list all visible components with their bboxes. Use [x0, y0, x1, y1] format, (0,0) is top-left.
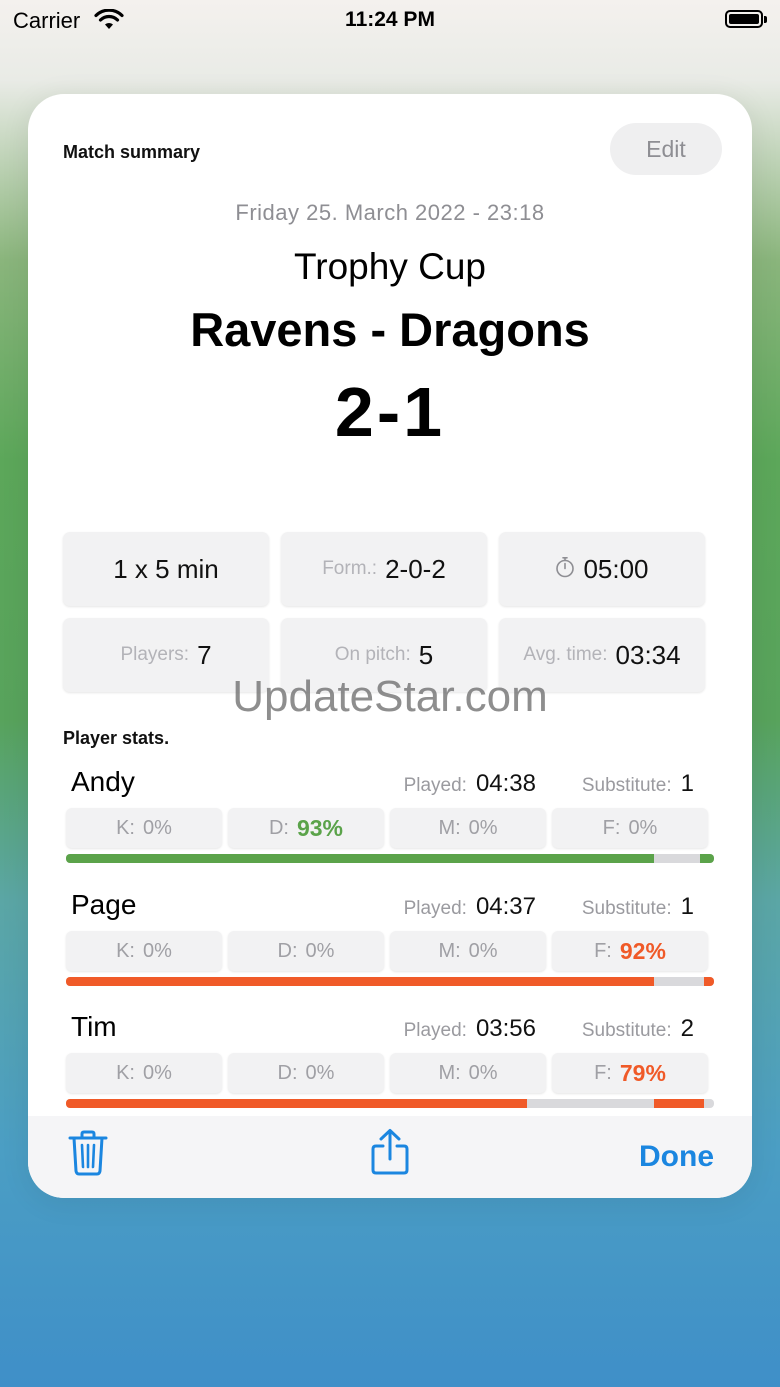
defense-segment	[700, 854, 714, 863]
status-bar: Carrier 11:24 PM	[0, 0, 780, 44]
player-row[interactable]: Andy Played: 04:38 Substitute: 1 K: 0% D: 93…	[66, 766, 714, 878]
defense-stat: D: 0%	[228, 1053, 384, 1093]
defense-stat: D: 93%	[228, 808, 384, 848]
sheet-title: Match summary	[63, 142, 201, 162]
on-pitch-label: On pitch:	[334, 644, 411, 665]
played-value: 04:38	[475, 770, 536, 797]
midfield-stat: M: 0%	[390, 808, 546, 848]
midfield-stat: M: 0%	[390, 1053, 546, 1093]
players-value: 7	[197, 639, 212, 670]
forward-stat: F: 0%	[552, 808, 708, 848]
match-teams: Ravens - Dragons	[190, 303, 590, 356]
timer-tile: 05:00	[499, 532, 705, 606]
played-label: Played:	[403, 1020, 467, 1041]
forward-stat: F: 79%	[552, 1053, 708, 1093]
position-label: M:	[438, 1061, 461, 1084]
position-label: K:	[116, 939, 135, 962]
status-time: 11:24 PM	[345, 8, 435, 31]
timer-value: 05:00	[583, 553, 649, 584]
playtime-bar	[66, 854, 714, 863]
played-value: 04:37	[475, 893, 536, 920]
position-label: D:	[277, 1061, 298, 1084]
stopwatch-icon	[555, 556, 575, 583]
position-value: 0%	[628, 816, 658, 839]
position-label: D:	[277, 939, 298, 962]
position-value: 0%	[143, 939, 172, 962]
position-label: M:	[438, 939, 461, 962]
position-label: K:	[116, 816, 135, 839]
player-name: Andy	[71, 766, 135, 797]
watermark-text: UpdateStar.com	[232, 672, 548, 721]
position-label: D:	[268, 816, 289, 839]
position-label: F:	[602, 816, 621, 839]
formation-tile: Form.: 2-0-2	[281, 532, 487, 606]
substitute-count: Substitute: 1	[582, 770, 694, 798]
player-row[interactable]: Page Played: 04:37 Substitute: 1 K: 0% D: 0%…	[66, 889, 714, 1001]
played-time: Played: 04:37	[404, 893, 536, 921]
avg-time-value: 03:34	[615, 639, 681, 670]
forward-stat: F: 92%	[552, 931, 708, 971]
played-label: Played:	[403, 898, 467, 919]
match-summary-sheet: Match summary Edit Friday 25. March 2022…	[28, 94, 752, 1198]
bottom-toolbar: Done	[28, 1116, 752, 1198]
edit-button[interactable]: Edit	[610, 123, 722, 175]
done-button[interactable]: Done	[639, 1140, 714, 1174]
players-label: Players:	[120, 644, 190, 665]
periods-tile: 1 x 5 min	[63, 532, 269, 606]
keeper-stat: K: 0%	[66, 808, 222, 848]
share-icon[interactable]	[370, 1128, 410, 1181]
position-value: 79%	[619, 1059, 666, 1086]
match-date: Friday 25. March 2022 - 23:18	[235, 200, 545, 225]
substitute-value: 1	[680, 893, 694, 920]
substitute-label: Substitute:	[581, 775, 672, 796]
periods-value: 1 x 5 min	[113, 553, 219, 584]
playtime-bar	[66, 1099, 714, 1108]
player-name: Page	[71, 889, 137, 920]
playtime-bar	[66, 977, 714, 986]
position-value: 0%	[468, 816, 498, 839]
formation-label: Form.:	[322, 558, 378, 579]
substitute-label: Substitute:	[581, 1020, 672, 1041]
position-value: 0%	[468, 939, 498, 962]
position-value: 92%	[619, 937, 666, 964]
forward-segment	[66, 1099, 527, 1108]
forward-segment	[66, 977, 654, 986]
position-value: 0%	[143, 1061, 172, 1084]
forward-segment	[654, 1099, 704, 1108]
keeper-stat: K: 0%	[66, 931, 222, 971]
position-value: 0%	[468, 1061, 498, 1084]
played-label: Played:	[403, 775, 467, 796]
battery-icon	[725, 10, 767, 28]
position-label: K:	[116, 1061, 135, 1084]
substitute-value: 1	[680, 770, 694, 797]
played-time: Played: 03:56	[404, 1015, 536, 1043]
played-time: Played: 04:38	[404, 770, 536, 798]
position-value: 0%	[143, 816, 172, 839]
played-value: 03:56	[475, 1015, 536, 1042]
substitute-count: Substitute: 2	[582, 1015, 694, 1043]
keeper-stat: K: 0%	[66, 1053, 222, 1093]
player-name: Tim	[71, 1011, 117, 1042]
position-value: 0%	[305, 1061, 335, 1084]
forward-segment	[704, 977, 714, 986]
position-label: F:	[594, 1061, 612, 1084]
trash-icon[interactable]	[68, 1130, 108, 1181]
substitute-label: Substitute:	[581, 898, 672, 919]
player-stats-title: Player stats.	[63, 728, 170, 748]
defense-segment	[66, 854, 654, 863]
midfield-stat: M: 0%	[390, 931, 546, 971]
substitute-count: Substitute: 1	[582, 893, 694, 921]
match-score: 2-1	[334, 373, 446, 451]
defense-stat: D: 0%	[228, 931, 384, 971]
substitute-value: 2	[680, 1015, 694, 1042]
avg-time-label: Avg. time:	[523, 644, 608, 665]
position-label: F:	[594, 939, 612, 962]
on-pitch-value: 5	[418, 639, 434, 670]
player-row[interactable]: Tim Played: 03:56 Substitute: 2 K: 0% D: 0% …	[66, 1011, 714, 1123]
competition-name: Trophy Cup	[294, 246, 486, 287]
position-label: M:	[438, 816, 461, 839]
position-value: 93%	[296, 814, 344, 841]
position-value: 0%	[305, 939, 335, 962]
formation-value: 2-0-2	[385, 553, 446, 584]
